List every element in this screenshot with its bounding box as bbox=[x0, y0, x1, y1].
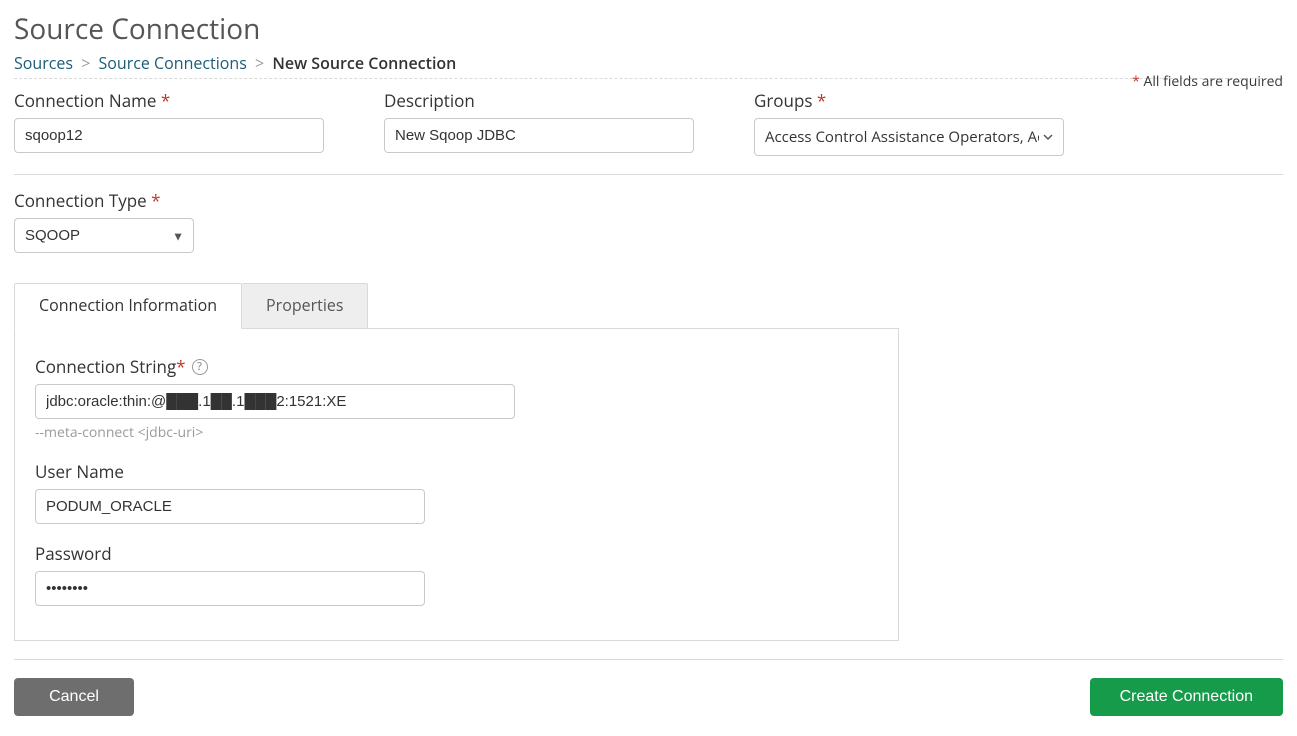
connection-name-input[interactable] bbox=[14, 118, 324, 153]
divider-dashed bbox=[14, 78, 1283, 79]
username-label: User Name bbox=[35, 460, 878, 483]
required-star-icon: * bbox=[156, 89, 170, 112]
required-star-icon: * bbox=[1132, 72, 1140, 91]
breadcrumb: Sources > Source Connections > New Sourc… bbox=[14, 52, 1283, 74]
required-star-icon: * bbox=[147, 189, 161, 212]
description-label: Description bbox=[384, 89, 694, 112]
connection-type-label: Connection Type * bbox=[14, 189, 1283, 212]
required-star-icon: * bbox=[812, 89, 826, 112]
breadcrumb-current: New Source Connection bbox=[272, 52, 456, 74]
tab-connection-information[interactable]: Connection Information bbox=[14, 283, 242, 329]
connection-string-label: Connection String * ? bbox=[35, 355, 878, 378]
breadcrumb-sep: > bbox=[255, 52, 264, 74]
breadcrumb-sep: > bbox=[81, 52, 90, 74]
groups-multiselect[interactable]: Access Control Assistance Operators, Adm… bbox=[754, 118, 1064, 156]
page-title: Source Connection bbox=[14, 10, 1283, 48]
breadcrumb-connections-link[interactable]: Source Connections bbox=[99, 52, 247, 74]
groups-label: Groups * bbox=[754, 89, 1064, 112]
groups-selected-text: Access Control Assistance Operators, Adm… bbox=[765, 127, 1039, 147]
tab-panel-connection-information: Connection String * ? --meta-connect <jd… bbox=[14, 329, 899, 641]
divider bbox=[14, 174, 1283, 175]
required-star-icon: * bbox=[176, 355, 185, 378]
breadcrumb-sources-link[interactable]: Sources bbox=[14, 52, 73, 74]
cancel-button[interactable]: Cancel bbox=[14, 678, 134, 716]
connection-type-select[interactable] bbox=[14, 218, 194, 253]
chevron-down-icon bbox=[1043, 132, 1053, 142]
help-icon[interactable]: ? bbox=[192, 359, 208, 375]
connection-name-label: Connection Name * bbox=[14, 89, 324, 112]
create-connection-button[interactable]: Create Connection bbox=[1090, 678, 1283, 716]
tab-properties[interactable]: Properties bbox=[242, 283, 368, 328]
description-input[interactable] bbox=[384, 118, 694, 153]
connection-string-hint: --meta-connect <jdbc-uri> bbox=[35, 423, 878, 442]
divider bbox=[14, 659, 1283, 660]
password-label: Password bbox=[35, 542, 878, 565]
required-note: * All fields are required bbox=[1132, 72, 1283, 91]
connection-string-input[interactable] bbox=[35, 384, 515, 419]
password-input[interactable] bbox=[35, 571, 425, 606]
username-input[interactable] bbox=[35, 489, 425, 524]
required-note-text: All fields are required bbox=[1140, 72, 1283, 91]
